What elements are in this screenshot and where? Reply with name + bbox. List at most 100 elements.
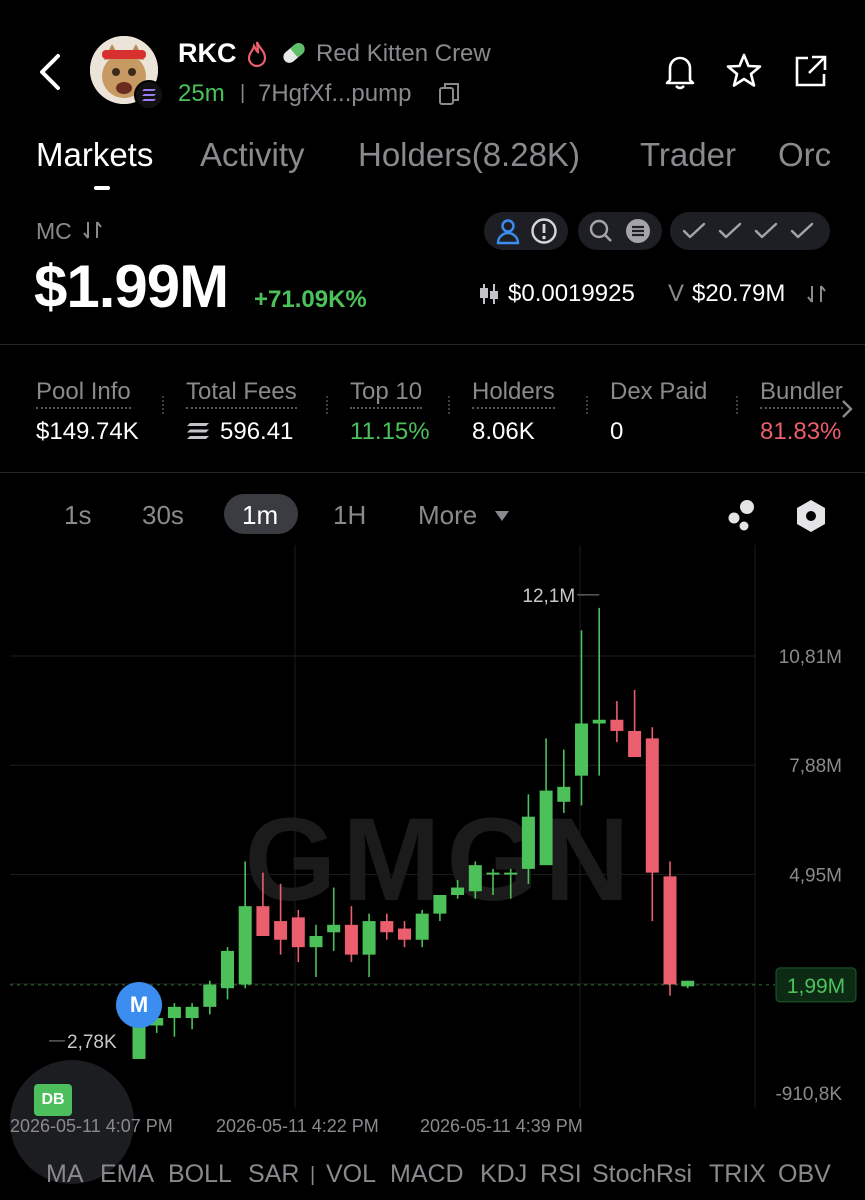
separator: |	[240, 82, 246, 104]
candle-body	[504, 872, 518, 875]
warning-icon	[531, 218, 557, 244]
indicator-macd[interactable]: MACD	[390, 1160, 464, 1189]
candle-body	[327, 924, 341, 933]
candle-body	[398, 928, 411, 940]
dex-paid-label[interactable]: Dex Paid	[610, 378, 707, 407]
x-axis-label: 2026-05-11 4:07 PM	[10, 1116, 173, 1136]
tab-markets[interactable]: Markets	[36, 136, 153, 174]
divider	[736, 396, 740, 414]
dex-paid-value: 0	[610, 418, 624, 445]
interval-30s[interactable]: 30s	[142, 500, 184, 531]
token-symbol: RKC	[178, 38, 237, 68]
db-badge[interactable]: DB	[34, 1084, 72, 1116]
migration-marker[interactable]: M	[116, 982, 162, 1028]
share-icon[interactable]	[792, 52, 828, 90]
indicator-obv[interactable]: OBV	[778, 1160, 831, 1189]
candle-body	[433, 894, 447, 914]
candle-body	[167, 1006, 181, 1019]
fire-icon	[247, 41, 267, 68]
check-icons	[682, 222, 814, 239]
indicator-ma[interactable]: MA	[46, 1160, 84, 1189]
candle-body	[628, 730, 642, 758]
drawing-tools-icon[interactable]	[722, 498, 758, 532]
indicator-ema[interactable]: EMA	[100, 1160, 154, 1189]
candle-body	[486, 872, 500, 875]
interval-1m[interactable]: 1m	[242, 500, 278, 531]
interval-1s[interactable]: 1s	[64, 500, 91, 531]
candle-body	[468, 865, 482, 892]
candle-body	[344, 924, 358, 955]
tab-trader[interactable]: Trader	[640, 136, 736, 174]
candle-body	[362, 921, 376, 955]
total-fees-label[interactable]: Total Fees	[186, 378, 297, 409]
top10-label[interactable]: Top 10	[350, 378, 423, 409]
divider	[448, 396, 452, 414]
candle-body	[610, 719, 624, 731]
bundler-value: 81.83%	[760, 418, 842, 445]
pill-icon	[283, 43, 305, 63]
audit-badges[interactable]	[578, 212, 662, 250]
high-label: 12,1M	[522, 586, 575, 607]
indicator-boll[interactable]: BOLL	[168, 1160, 232, 1189]
chevron-right-icon[interactable]	[840, 398, 854, 420]
tab-activity[interactable]: Activity	[200, 136, 305, 174]
risk-badges[interactable]	[484, 212, 568, 250]
indicator-vol[interactable]: VOL	[326, 1160, 376, 1189]
sort-toggle-icon[interactable]	[806, 284, 828, 304]
indicator-rsi[interactable]: RSI	[540, 1160, 582, 1189]
indicator-sar[interactable]: SAR	[248, 1160, 299, 1189]
market-cap-value: $1.99M	[34, 253, 229, 320]
mc-label[interactable]: MC	[36, 218, 72, 245]
y-axis-label: 4,95M	[789, 865, 842, 886]
candle-body	[415, 913, 429, 940]
y-axis-label: -910,8K	[775, 1084, 842, 1105]
solana-icon	[187, 423, 209, 439]
candle-body	[645, 738, 659, 873]
market-cap-change: +71.09K%	[254, 286, 367, 313]
divider	[586, 396, 590, 414]
candle-body	[539, 790, 553, 866]
star-icon[interactable]	[726, 52, 762, 90]
current-price-label: 1,99M	[787, 975, 845, 998]
candle-body	[203, 984, 217, 1007]
indicator-kdj[interactable]: KDJ	[480, 1160, 527, 1189]
interval-more[interactable]: More	[418, 500, 477, 531]
candle-body	[132, 1025, 146, 1059]
candle-body	[663, 876, 677, 985]
x-axis-label: 2026-05-11 4:22 PM	[216, 1116, 379, 1136]
candle-body	[681, 980, 695, 987]
volume-value: $20.79M	[692, 280, 786, 307]
holders-label[interactable]: Holders	[472, 378, 555, 409]
total-fees-value: 596.41	[220, 418, 294, 445]
holders-value: 8.06K	[472, 418, 535, 445]
solana-chain-icon	[134, 80, 164, 110]
search-icon	[589, 219, 612, 242]
back-icon[interactable]	[36, 52, 64, 92]
bundler-label[interactable]: Bundler	[760, 378, 843, 409]
tab-orders[interactable]: Orc	[778, 136, 830, 174]
copy-icon[interactable]	[438, 82, 460, 106]
bell-icon[interactable]	[662, 52, 698, 90]
token-name: Red Kitten Crew	[316, 40, 491, 67]
tab-holders[interactable]: Holders(8.28K)	[358, 136, 580, 174]
user-icon	[496, 219, 520, 245]
candle-body	[274, 921, 288, 940]
pool-info-label[interactable]: Pool Info	[36, 378, 131, 409]
indicator-trix[interactable]: TRIX	[709, 1160, 766, 1189]
interval-1h[interactable]: 1H	[333, 500, 366, 531]
token-age: 25m	[178, 80, 225, 107]
check-badges[interactable]	[670, 212, 830, 250]
top10-value: 11.15%	[350, 418, 430, 445]
contract-address[interactable]: 7HgfXf...pump	[258, 80, 411, 108]
candle-body	[521, 816, 535, 869]
caret-down-icon[interactable]	[494, 510, 510, 522]
settings-icon[interactable]	[794, 498, 828, 534]
y-axis: 10,81M7,88M4,95M2,02M-910,8K	[775, 647, 842, 1105]
candle-body	[238, 906, 252, 985]
divider	[0, 344, 865, 345]
indicator-stochrsi[interactable]: StochRsi	[592, 1160, 692, 1189]
candle-body	[451, 887, 465, 895]
sort-toggle-icon[interactable]	[82, 220, 104, 240]
candle-body	[309, 936, 323, 948]
candle-body	[185, 1006, 199, 1019]
